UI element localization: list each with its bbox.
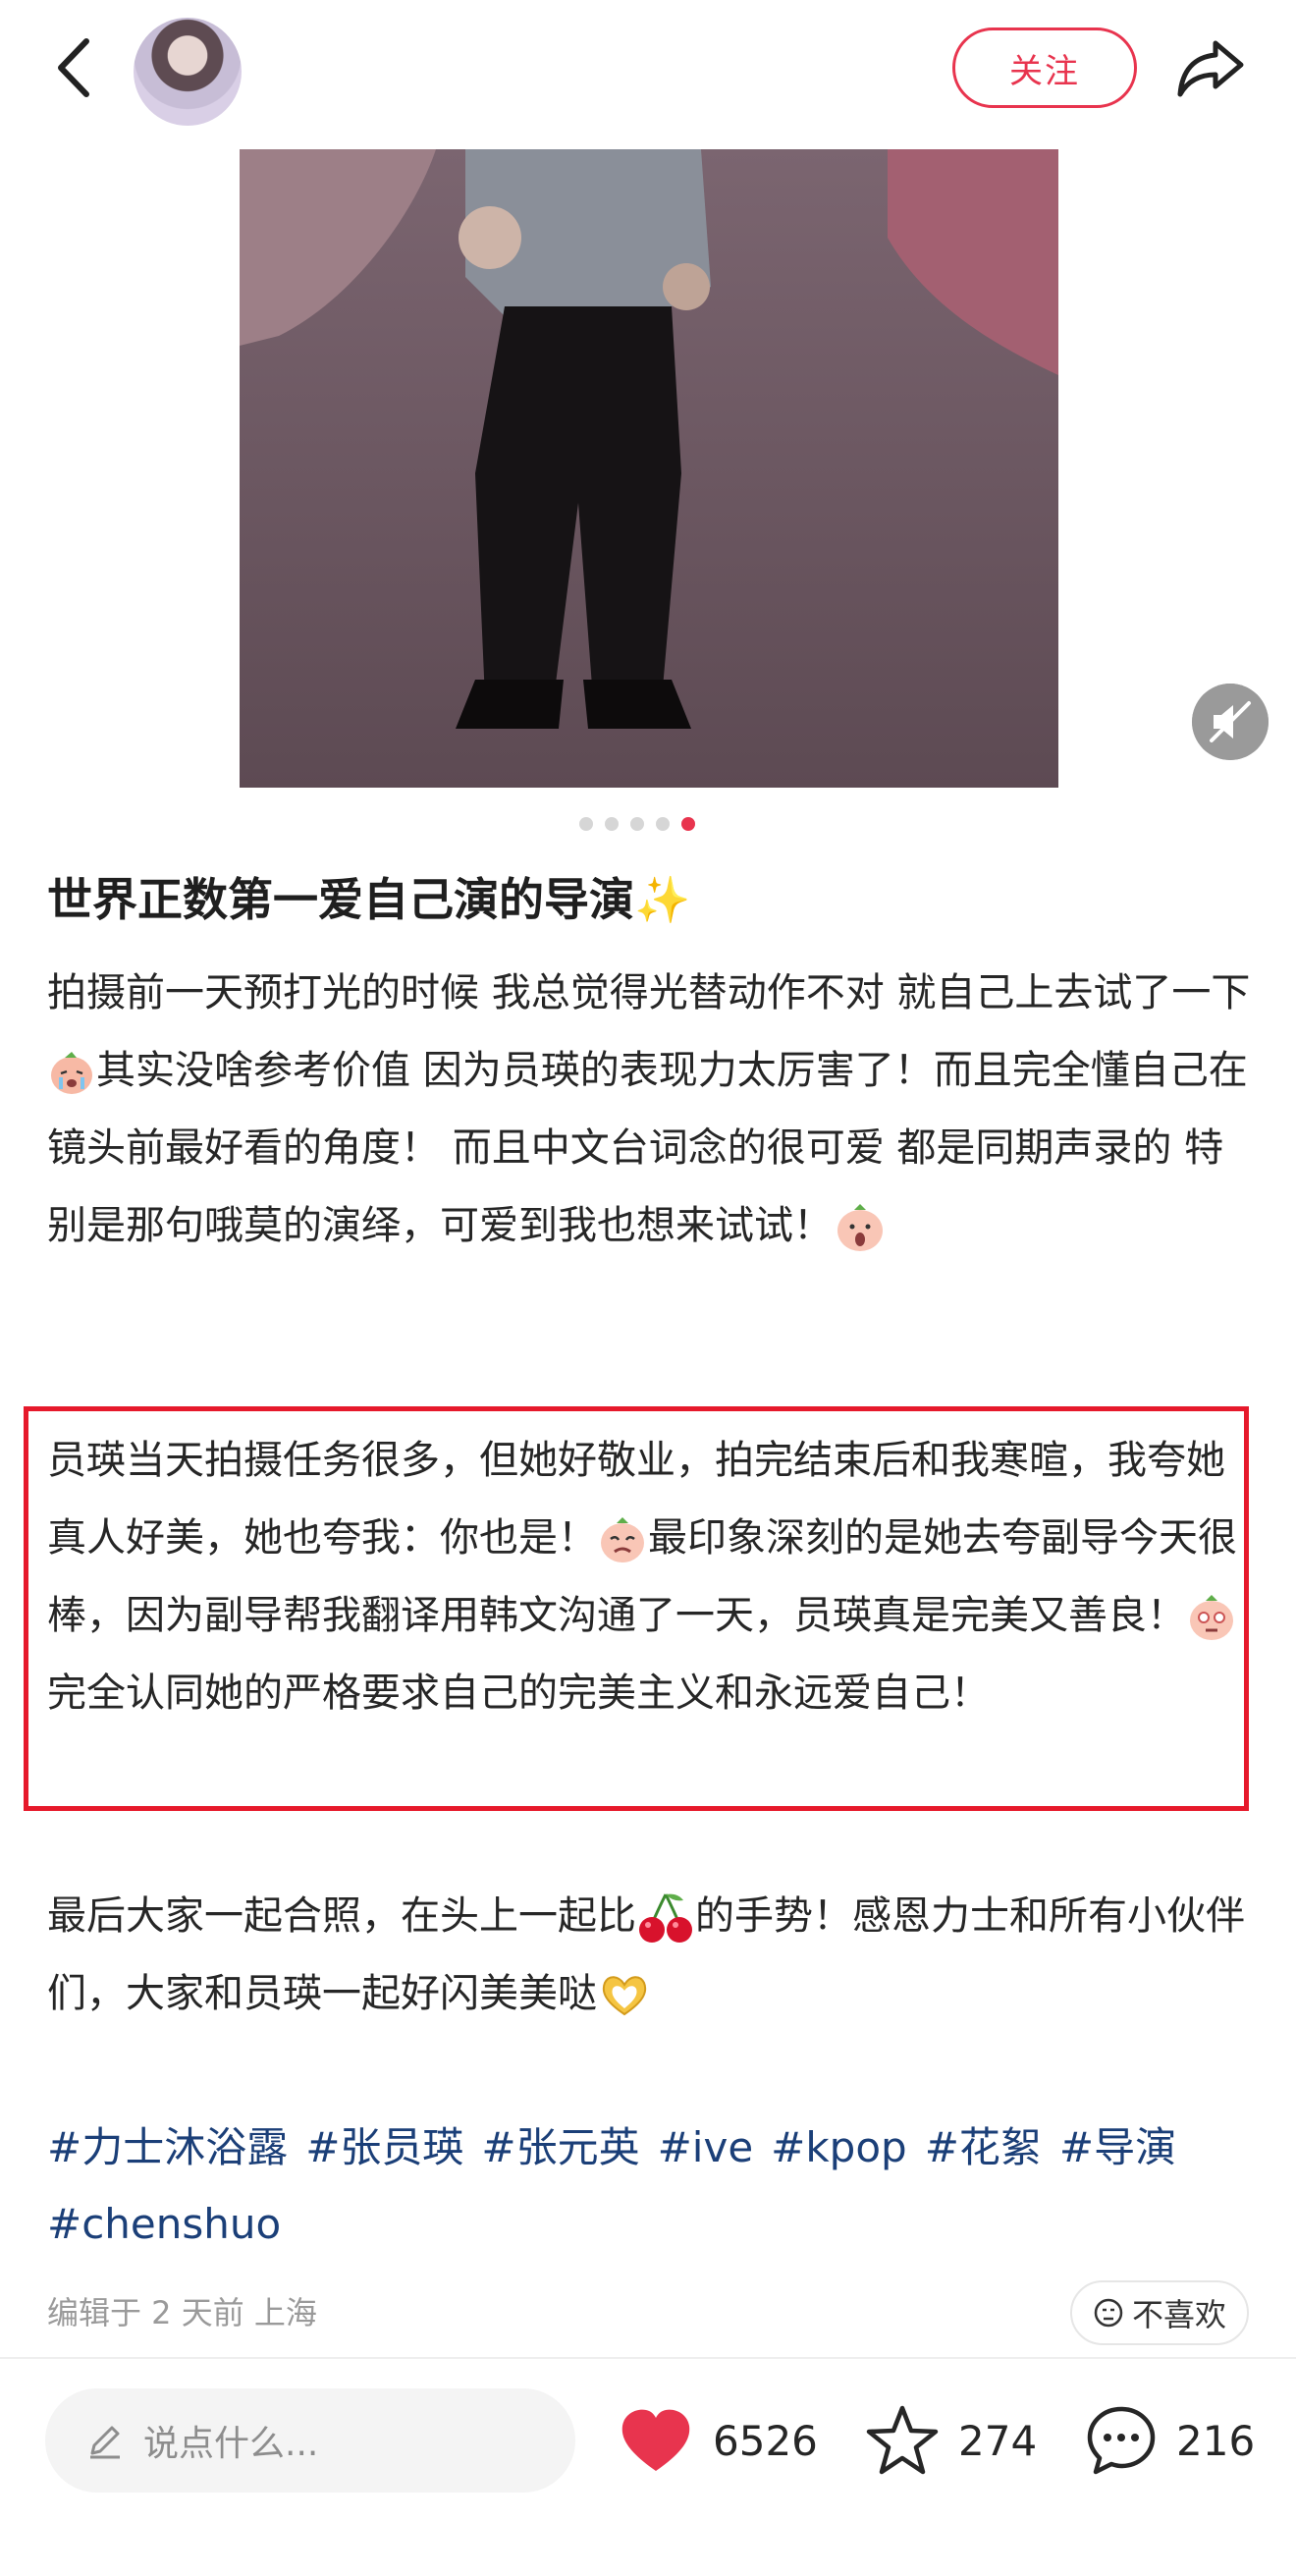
like-button[interactable]: 6526 (617, 2396, 818, 2485)
teary-emoji-icon (1190, 1595, 1233, 1640)
hashtag-link[interactable]: #张员瑛 (305, 2123, 463, 2171)
author-avatar[interactable] (134, 18, 242, 126)
carousel-indicator (579, 817, 695, 833)
carousel-dot[interactable] (605, 817, 619, 831)
share-icon[interactable] (1174, 31, 1249, 106)
post-photo[interactable] (240, 149, 1058, 788)
hashtag-link[interactable]: #chenshuo (47, 2200, 281, 2248)
carousel-dot[interactable] (656, 817, 670, 831)
speech-bubble-icon (1087, 2406, 1156, 2475)
carousel-dot[interactable] (579, 817, 593, 831)
post-meta: 编辑于 2 天前 上海 (47, 2294, 317, 2331)
mute-speaker-icon[interactable] (1192, 684, 1269, 760)
hashtag-link[interactable]: #导演 (1059, 2123, 1176, 2171)
hashtag-list: #力士沐浴露 #张员瑛 #张元英 #ive #kpop #花絮 #导演 #chenshuo (47, 2110, 1255, 2263)
carousel-dot[interactable] (630, 817, 644, 831)
heart-hands-icon (602, 1976, 647, 2016)
comment-input[interactable]: 说点什么... (45, 2388, 575, 2493)
surprised-emoji-icon (837, 1204, 883, 1251)
top-bar: 关注 (0, 0, 1296, 147)
pleading-emoji-icon (601, 1517, 644, 1562)
dislike-label: 不喜欢 (1131, 2296, 1226, 2333)
dislike-button[interactable]: 不喜欢 (1070, 2280, 1249, 2345)
paragraph-2-text-c: 完全认同她的严格要求自己的完美主义和永远爱自己！ (47, 1671, 990, 1716)
post-paragraph-2: 员瑛当天拍摄任务很多，但她好敬业，拍完结束后和我寒暄，我夸她真人好美，她也夸我：… (47, 1422, 1255, 1732)
favorite-count: 274 (958, 2416, 1038, 2465)
star-icon (866, 2405, 939, 2475)
post-title: 世界正数第一爱自己演的导演✨ (47, 873, 691, 926)
divider (0, 2357, 1296, 2359)
hashtag-link[interactable]: #花絮 (925, 2123, 1042, 2171)
hashtag-link[interactable]: #力士沐浴露 (47, 2123, 288, 2171)
paragraph-1-text-a: 拍摄前一天预打光的时候 我总觉得光替动作不对 就自己上去试了一下 (47, 970, 1251, 1015)
hashtag-link[interactable]: #kpop (771, 2123, 907, 2171)
favorite-button[interactable]: 274 (864, 2396, 1037, 2485)
hashtag-link[interactable]: #ive (658, 2123, 754, 2171)
cherry-icon (639, 1893, 692, 1943)
unhappy-face-icon (1094, 2298, 1123, 2328)
pencil-icon (90, 2426, 120, 2459)
post-paragraph-3: 最后大家一起合照，在头上一起比 的手势！感恩力士和所有小伙伴们，大家和员瑛一起好闪… (47, 1878, 1255, 2033)
post-paragraph-1: 拍摄前一天预打光的时候 我总觉得光替动作不对 就自己上去试了一下其实没啥参考价值… (47, 955, 1255, 1265)
comment-count: 216 (1176, 2416, 1256, 2465)
comments-button[interactable]: 216 (1084, 2396, 1255, 2485)
hashtag-link[interactable]: #张元英 (481, 2123, 639, 2171)
paragraph-3-text-a: 最后大家一起合照，在头上一起比 (47, 1893, 636, 1939)
like-count: 6526 (713, 2416, 818, 2465)
paragraph-1-text-b: 其实没啥参考价值 因为员瑛的表现力太厉害了！而且完全懂自己在镜头前最好看的角度！… (47, 1048, 1248, 1248)
photo-illustration (240, 149, 1058, 788)
back-icon[interactable] (47, 33, 106, 102)
carousel-dot-active[interactable] (681, 817, 695, 831)
crying-emoji-icon (51, 1052, 92, 1094)
comment-placeholder: 说点什么... (143, 2424, 319, 2464)
follow-button[interactable]: 关注 (952, 27, 1137, 108)
heart-icon (621, 2409, 690, 2471)
